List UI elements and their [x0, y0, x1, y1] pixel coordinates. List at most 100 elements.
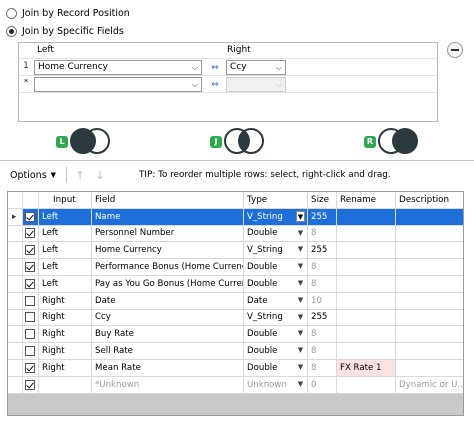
type-cell[interactable]: Double ▼: [244, 225, 308, 243]
rename-cell[interactable]: [337, 292, 396, 310]
description-cell[interactable]: [396, 276, 463, 293]
type-cell[interactable]: V_String ▼: [244, 242, 308, 260]
table-row[interactable]: Right Sell Rate Double ▼ 8: [8, 343, 463, 360]
chevron-down-icon[interactable]: ▼: [296, 228, 305, 239]
table-row[interactable]: Right Buy Rate Double ▼ 8: [8, 326, 463, 344]
rename-cell[interactable]: FX Rate 1: [337, 360, 396, 377]
row-select-checkbox-cell[interactable]: [23, 208, 39, 226]
chevron-down-icon[interactable]: ▼: [296, 295, 305, 306]
table-row[interactable]: Left Home Currency V_String ▼ 255: [8, 242, 463, 260]
type-cell[interactable]: V_String ▼: [244, 309, 308, 327]
size-cell[interactable]: 8: [308, 326, 337, 344]
size-cell[interactable]: 255: [308, 242, 337, 260]
right-field-select-new[interactable]: ⌵: [226, 77, 286, 92]
chevron-down-icon[interactable]: ▼: [296, 379, 305, 390]
row-select-checkbox[interactable]: [25, 346, 35, 357]
rename-cell[interactable]: [337, 259, 396, 276]
description-cell[interactable]: [396, 343, 463, 360]
description-column-header[interactable]: Description: [396, 192, 463, 209]
field-column-header[interactable]: Field: [92, 192, 244, 209]
row-select-checkbox-cell[interactable]: [23, 292, 39, 310]
description-cell[interactable]: Dynamic or U...: [396, 377, 463, 394]
chevron-down-icon[interactable]: ▼: [296, 362, 305, 373]
row-select-checkbox-cell[interactable]: [23, 225, 39, 243]
type-cell[interactable]: Unknown ▼: [244, 376, 308, 394]
move-down-button[interactable]: ↓: [93, 167, 107, 183]
rename-cell[interactable]: [337, 343, 396, 360]
options-dropdown-button[interactable]: Options ▼: [6, 167, 60, 183]
table-row[interactable]: *Unknown Unknown ▼ 0 Dynamic or U...: [8, 376, 463, 394]
row-select-checkbox[interactable]: [25, 312, 35, 323]
field-cell[interactable]: Performance Bonus (Home Currency): [92, 259, 244, 276]
chevron-down-icon[interactable]: ▼: [296, 261, 305, 272]
rename-cell[interactable]: [337, 309, 396, 327]
table-row[interactable]: Right Mean Rate Double ▼ 8 FX Rate 1: [8, 360, 463, 377]
table-row[interactable]: Right Date Date ▼ 10: [8, 292, 463, 310]
size-column-header[interactable]: Size: [308, 192, 337, 209]
chevron-down-icon[interactable]: ▼: [296, 312, 305, 323]
table-row[interactable]: Left Personnel Number Double ▼ 8: [8, 225, 463, 243]
row-select-checkbox-cell[interactable]: [23, 360, 39, 377]
table-row[interactable]: Right Ccy V_String ▼ 255: [8, 309, 463, 327]
type-cell[interactable]: Double ▼: [244, 326, 308, 344]
move-up-button[interactable]: ↑: [73, 167, 87, 183]
description-cell[interactable]: [396, 242, 463, 260]
row-select-checkbox-cell[interactable]: [23, 242, 39, 260]
size-cell[interactable]: 8: [308, 343, 337, 360]
row-select-checkbox-cell[interactable]: [23, 276, 39, 293]
description-cell[interactable]: [396, 259, 463, 276]
rename-cell[interactable]: [337, 376, 396, 394]
chevron-down-icon[interactable]: ▼: [296, 345, 305, 356]
rename-cell[interactable]: [337, 242, 396, 260]
type-cell[interactable]: V_String ▼: [244, 208, 308, 226]
size-cell[interactable]: 255: [308, 309, 337, 327]
field-cell[interactable]: Personnel Number: [92, 225, 244, 243]
type-cell[interactable]: Double ▼: [244, 259, 308, 276]
left-field-select[interactable]: Home Currency ⌵: [34, 60, 202, 75]
row-select-checkbox[interactable]: [25, 228, 35, 239]
right-output-toggle[interactable]: R: [364, 128, 418, 156]
table-row[interactable]: Left Pay as You Go Bonus (Home Currency) D…: [8, 276, 463, 293]
size-cell[interactable]: 10: [308, 292, 337, 310]
left-output-toggle[interactable]: L: [56, 128, 110, 156]
row-select-checkbox[interactable]: [25, 245, 35, 256]
join-by-fields-radio[interactable]: [6, 25, 17, 37]
right-field-select[interactable]: Ccy ⌵: [226, 60, 286, 75]
chevron-down-icon[interactable]: ▼: [296, 278, 305, 289]
size-cell[interactable]: 0: [308, 376, 337, 394]
join-by-fields-option[interactable]: Join by Specific Fields: [6, 24, 124, 38]
field-cell[interactable]: Pay as You Go Bonus (Home Currency): [92, 276, 244, 293]
row-select-checkbox-cell[interactable]: [23, 259, 39, 276]
join-by-position-radio[interactable]: [6, 7, 17, 19]
row-select-checkbox[interactable]: [25, 262, 35, 273]
row-select-checkbox-cell[interactable]: [23, 326, 39, 344]
type-cell[interactable]: Date ▼: [244, 292, 308, 310]
rename-cell[interactable]: [337, 208, 396, 226]
field-cell[interactable]: Mean Rate: [92, 360, 244, 377]
size-cell[interactable]: 8: [308, 225, 337, 243]
description-cell[interactable]: [396, 326, 463, 344]
row-select-checkbox[interactable]: [25, 278, 35, 289]
chevron-down-icon[interactable]: ▼: [296, 210, 305, 222]
rename-cell[interactable]: [337, 276, 396, 293]
field-cell[interactable]: Date: [92, 292, 244, 310]
join-by-position-option[interactable]: Join by Record Position: [6, 6, 130, 20]
row-select-checkbox[interactable]: [25, 295, 35, 306]
rename-cell[interactable]: [337, 326, 396, 344]
left-field-select-new[interactable]: ⌵: [34, 77, 202, 92]
type-cell[interactable]: Double ▼: [244, 343, 308, 360]
rename-cell[interactable]: [337, 225, 396, 243]
description-cell[interactable]: [396, 226, 463, 243]
row-select-checkbox[interactable]: [25, 379, 35, 390]
description-cell[interactable]: [396, 310, 463, 327]
field-cell[interactable]: Sell Rate: [92, 343, 244, 360]
field-cell[interactable]: Name: [92, 208, 244, 226]
rename-column-header[interactable]: Rename: [337, 192, 396, 209]
row-select-checkbox-cell[interactable]: [23, 309, 39, 327]
size-cell[interactable]: 8: [308, 259, 337, 276]
row-select-checkbox[interactable]: [25, 211, 35, 222]
row-select-checkbox[interactable]: [25, 362, 35, 373]
size-cell[interactable]: 8: [308, 360, 337, 377]
row-select-checkbox-cell[interactable]: [23, 376, 39, 394]
field-cell[interactable]: *Unknown: [92, 376, 244, 394]
